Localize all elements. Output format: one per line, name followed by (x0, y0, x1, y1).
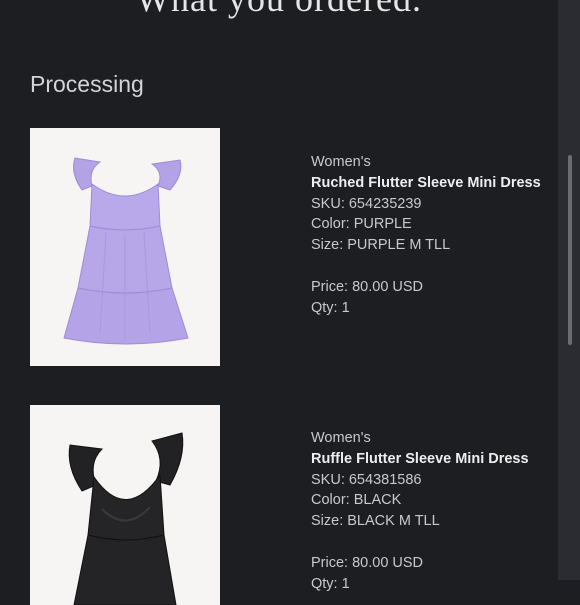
product-category: Women's (311, 154, 371, 170)
product-image-purple-dress[interactable] (30, 128, 220, 366)
product-name-link[interactable]: Ruched Flutter Sleeve Mini Dress (311, 173, 541, 194)
product-sku: SKU: 654381586 (311, 471, 422, 488)
product-image-black-dress[interactable] (30, 405, 220, 605)
purple-dress-illustration (63, 157, 189, 345)
product-qty: Qty: 1 (311, 299, 350, 316)
product-qty: Qty: 1 (311, 575, 350, 592)
black-dress-illustration (68, 432, 184, 605)
product-info: Women's Ruched Flutter Sleeve Mini Dress… (311, 152, 541, 318)
product-sku: SKU: 654235239 (311, 195, 422, 212)
scrollbar-thumb[interactable] (568, 155, 572, 345)
product-category: Women's (311, 430, 371, 446)
product-price: Price: 80.00 USD (311, 554, 424, 571)
page-title: What you ordered. (0, 0, 558, 20)
product-color: Color: PURPLE (311, 216, 412, 233)
product-color: Color: BLACK (311, 492, 402, 509)
product-size: Size: BLACK M TLL (311, 513, 440, 530)
section-heading-processing: Processing (30, 71, 144, 97)
product-info: Women's Ruffle Flutter Sleeve Mini Dress… (311, 428, 541, 594)
scrollbar-track[interactable] (558, 0, 580, 580)
product-name-link[interactable]: Ruffle Flutter Sleeve Mini Dress (311, 449, 541, 470)
product-price: Price: 80.00 USD (311, 278, 424, 295)
product-size: Size: PURPLE M TLL (311, 237, 451, 254)
